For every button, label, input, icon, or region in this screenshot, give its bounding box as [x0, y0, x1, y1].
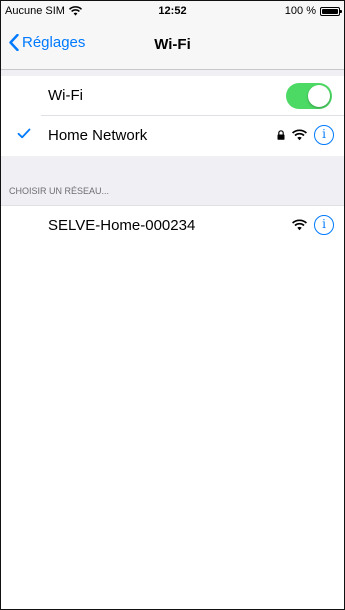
info-icon[interactable]: i [314, 215, 334, 235]
wifi-settings-list: Wi-Fi Home Network i CHOISIR UN RÉSEAU..… [1, 70, 344, 609]
checkmark-icon [17, 128, 31, 139]
phone-screen: Aucune SIM 12:52 100 % Réglages Wi-Fi Wi… [0, 0, 345, 610]
page-title: Wi-Fi [154, 36, 191, 53]
network-name: SELVE-Home-000234 [48, 217, 196, 234]
battery-icon [320, 6, 342, 16]
wifi-icon [292, 129, 307, 141]
wifi-toggle-label: Wi-Fi [48, 87, 83, 104]
connected-network-row[interactable]: Home Network i [1, 116, 344, 156]
status-bar: Aucune SIM 12:52 100 % [1, 1, 344, 21]
battery-percent: 100 % [284, 5, 316, 17]
section-header: CHOISIR UN RÉSEAU... [1, 178, 344, 206]
info-icon[interactable]: i [314, 125, 334, 145]
network-row[interactable]: SELVE-Home-000234 i [1, 206, 344, 246]
wifi-toggle-row: Wi-Fi [1, 76, 344, 116]
wifi-icon [292, 219, 307, 231]
connected-network-name: Home Network [48, 127, 148, 144]
battery-fill [322, 8, 338, 14]
navigation-bar: Réglages Wi-Fi [1, 21, 344, 70]
lock-icon [277, 130, 285, 140]
toggle-knob [308, 85, 330, 107]
wifi-toggle-switch[interactable] [286, 83, 332, 109]
